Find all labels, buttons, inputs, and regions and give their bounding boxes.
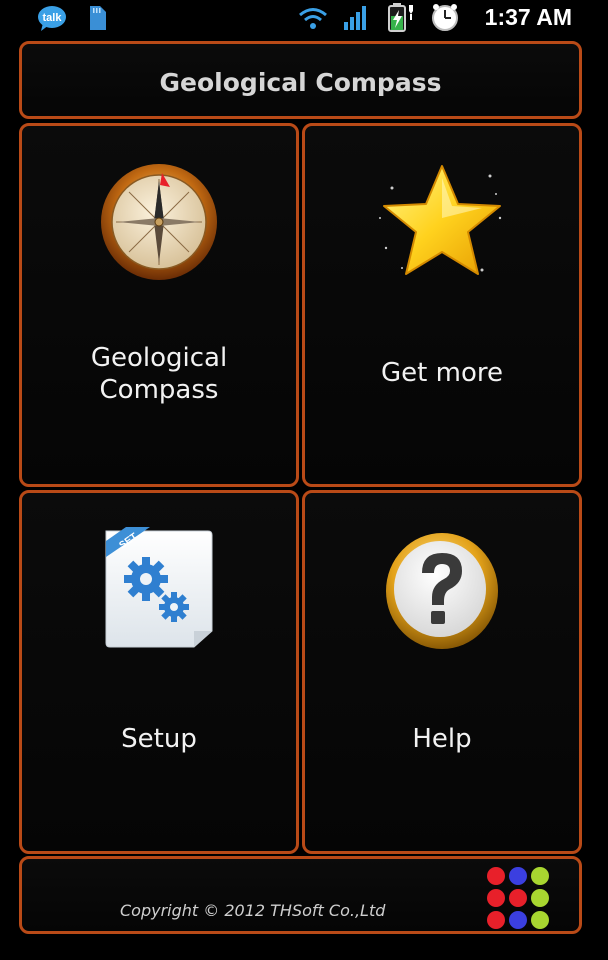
color-dot (509, 867, 527, 885)
more-apps-dots-icon[interactable] (485, 865, 549, 929)
tile-geological-compass[interactable]: Geological Compass (19, 123, 299, 487)
color-dot (531, 867, 549, 885)
help-icon (386, 533, 498, 649)
color-dot (487, 911, 505, 929)
compass-icon (101, 164, 217, 280)
color-dot (509, 889, 527, 907)
page-title: Geological Compass (159, 68, 442, 97)
battery-charging-icon (387, 2, 419, 36)
tile-label: Get more (381, 358, 503, 388)
tile-get-more[interactable]: Get more (302, 123, 582, 487)
color-dot (531, 911, 549, 929)
settings-document-icon: SET (105, 527, 213, 648)
tile-label: Setup (121, 724, 197, 754)
signal-strength-icon (344, 6, 370, 34)
tile-label: Geological Compass (22, 342, 296, 406)
copyright-text: Copyright © 2012 THSoft Co.,Ltd (120, 901, 386, 920)
star-icon (379, 165, 502, 275)
tile-setup[interactable]: SET Setup (19, 490, 299, 854)
alarm-clock-icon (430, 2, 460, 36)
talk-icon: talk (37, 5, 69, 37)
tile-label-line2: Compass (99, 375, 219, 405)
tile-help[interactable]: Help (302, 490, 582, 854)
tile-label-line1: Geological (90, 343, 228, 373)
status-bar: talk 1:37 AM (0, 0, 608, 36)
talk-icon-label: talk (43, 12, 63, 24)
color-dot (487, 867, 505, 885)
color-dot (487, 889, 505, 907)
color-dot (509, 911, 527, 929)
color-dot (531, 889, 549, 907)
tile-label: Help (412, 724, 472, 754)
title-panel: Geological Compass (19, 41, 582, 119)
wifi-icon (298, 6, 328, 34)
sd-card-icon (88, 6, 106, 34)
status-bar-time: 1:37 AM (484, 4, 572, 30)
footer-panel: Copyright © 2012 THSoft Co.,Ltd (19, 856, 582, 934)
